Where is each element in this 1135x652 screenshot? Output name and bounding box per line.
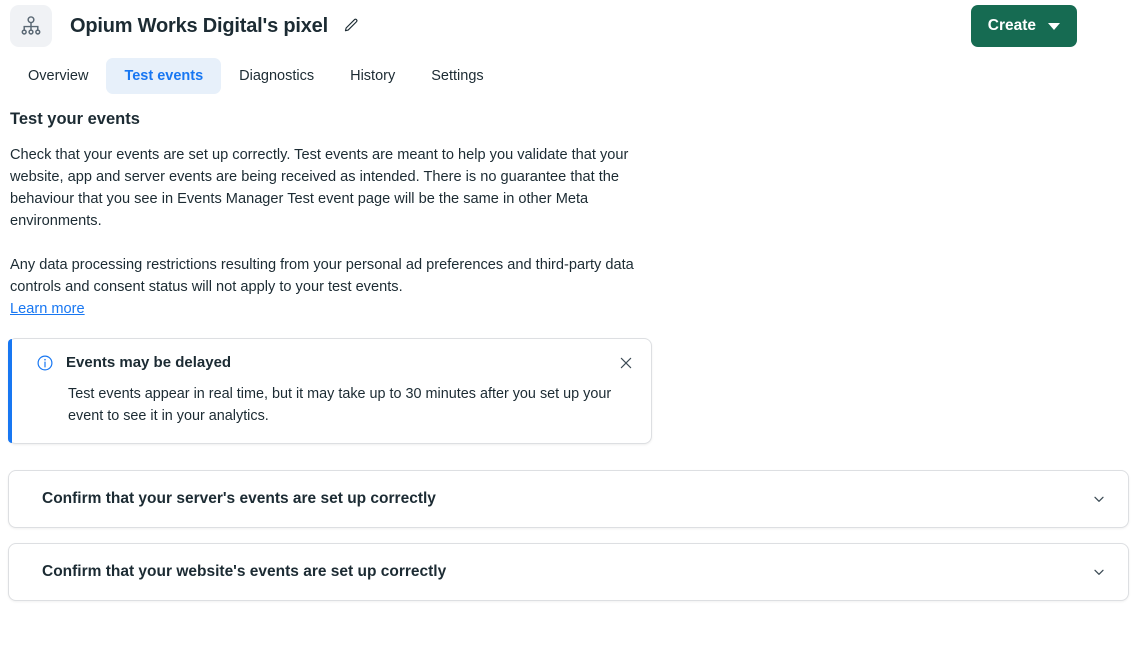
create-button-label: Create — [987, 17, 1036, 34]
close-x-icon[interactable] — [615, 352, 637, 374]
tab-test-events[interactable]: Test events — [106, 58, 222, 94]
title-group: Opium Works Digital's pixel — [70, 14, 362, 38]
intro-paragraph-2: Any data processing restrictions resulti… — [10, 257, 634, 295]
intro-paragraph-1: Check that your events are set up correc… — [10, 147, 629, 229]
page-title: Opium Works Digital's pixel — [70, 15, 328, 37]
tab-bar: Overview Test events Diagnostics History… — [10, 58, 502, 94]
main-content: Test your events Check that your events … — [10, 108, 1125, 320]
tab-history[interactable]: History — [332, 58, 413, 94]
banner-header-row: Events may be delayed — [36, 353, 637, 377]
banner-title: Events may be delayed — [66, 354, 232, 371]
learn-more-link[interactable]: Learn more — [10, 298, 85, 320]
events-delayed-banner: Events may be delayed Test events appear… — [8, 338, 652, 444]
accordion-website-events-header[interactable]: Confirm that your website's events are s… — [8, 543, 1129, 601]
page-header: Opium Works Digital's pixel Create — [0, 0, 1135, 52]
tab-settings[interactable]: Settings — [413, 58, 501, 94]
banner-body-text: Test events appear in real time, but it … — [68, 386, 612, 424]
accordion-server-events-header[interactable]: Confirm that your server's events are se… — [8, 470, 1129, 528]
tab-overview[interactable]: Overview — [10, 58, 106, 94]
caret-down-icon — [1048, 22, 1060, 30]
accordion-website-events-title: Confirm that your website's events are s… — [42, 563, 447, 580]
create-button[interactable]: Create — [970, 5, 1077, 47]
accordion-server-events-title: Confirm that your server's events are se… — [42, 490, 436, 507]
accordion-server-events: Confirm that your server's events are se… — [8, 470, 1129, 528]
edit-pencil-icon[interactable] — [340, 15, 362, 37]
chevron-down-icon[interactable] — [1088, 488, 1110, 510]
chevron-down-icon[interactable] — [1088, 561, 1110, 583]
pixel-network-icon — [10, 5, 52, 47]
accordion-website-events: Confirm that your website's events are s… — [8, 543, 1129, 601]
events-manager-test-events-page: Opium Works Digital's pixel Create Overv… — [0, 0, 1135, 652]
info-circle-icon — [36, 354, 54, 377]
tab-diagnostics[interactable]: Diagnostics — [221, 58, 332, 94]
banner-accent-stripe — [8, 339, 12, 443]
page-section-heading: Test your events — [10, 110, 140, 128]
